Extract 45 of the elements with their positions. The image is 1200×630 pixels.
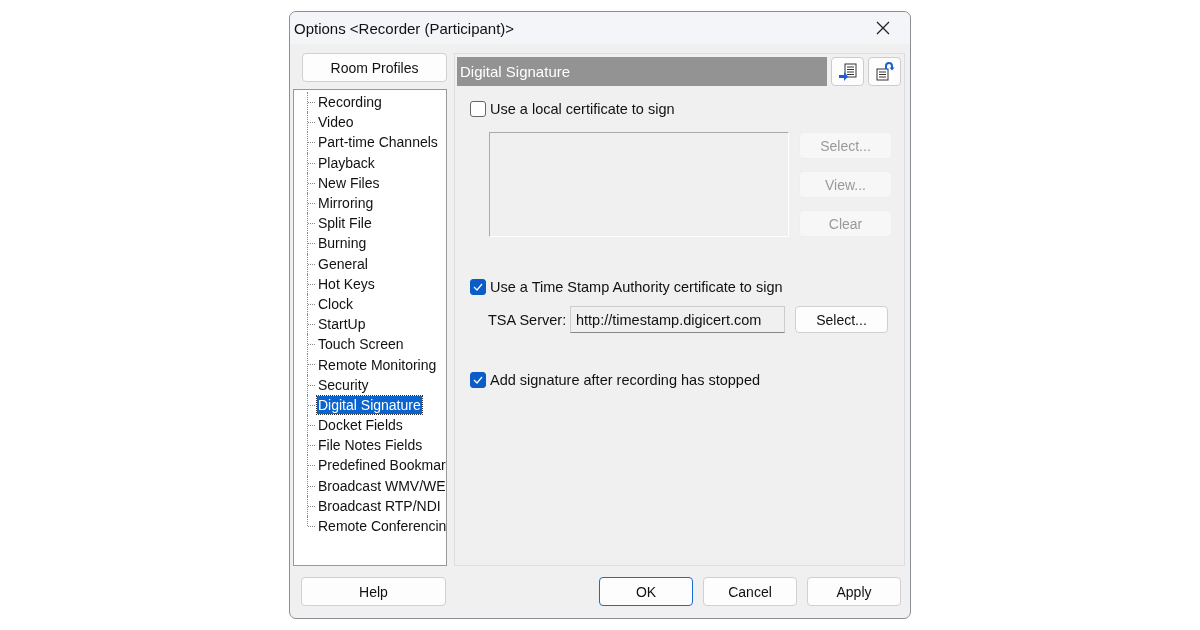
tree-item[interactable]: Split File xyxy=(317,214,373,233)
checkbox[interactable] xyxy=(470,372,486,388)
tree-item[interactable]: Predefined Bookmar xyxy=(317,456,446,475)
tree-item[interactable]: File Notes Fields xyxy=(317,436,424,455)
tree-item[interactable]: Video xyxy=(317,113,355,132)
help-button[interactable]: Help xyxy=(301,577,446,606)
ok-button[interactable]: OK xyxy=(599,577,693,606)
cancel-button[interactable]: Cancel xyxy=(703,577,797,606)
import-button[interactable] xyxy=(831,57,864,86)
checkmark-icon xyxy=(473,283,483,291)
tsa-server-field[interactable]: http://timestamp.digicert.com xyxy=(570,306,785,333)
document-arrow-icon xyxy=(837,61,858,82)
tree-item[interactable]: Mirroring xyxy=(317,194,375,213)
document-arrow-icon xyxy=(874,61,895,82)
tree-item[interactable]: Docket Fields xyxy=(317,416,404,435)
room-profiles-button[interactable]: Room Profiles xyxy=(302,53,447,82)
tree-item[interactable]: Broadcast RTP/NDI xyxy=(317,496,442,515)
tree-item[interactable]: Playback xyxy=(317,153,376,172)
tree-item[interactable]: Recording xyxy=(317,93,383,112)
tree-item[interactable]: Burning xyxy=(317,234,368,253)
tree-item[interactable]: Touch Screen xyxy=(317,335,405,354)
checkbox-label: Use a local certificate to sign xyxy=(490,101,675,117)
field-label: TSA Server: xyxy=(488,311,568,328)
checkmark-icon xyxy=(473,376,483,384)
select-button[interactable]: Select... xyxy=(795,306,888,333)
tree-item[interactable]: Security xyxy=(317,375,370,394)
apply-button[interactable]: Apply xyxy=(807,577,901,606)
tree-item[interactable]: StartUp xyxy=(317,315,367,334)
tree-item[interactable]: General xyxy=(317,254,369,273)
close-icon xyxy=(875,20,891,36)
checkbox-label: Add signature after recording has stopped xyxy=(490,372,761,388)
export-button[interactable] xyxy=(868,57,901,86)
checkbox[interactable] xyxy=(470,101,486,117)
tree-item[interactable]: Digital Signature xyxy=(317,395,422,414)
tree-item[interactable]: Remote Conferencin xyxy=(317,517,446,536)
checkbox-label: Use a Time Stamp Authority certificate to sign xyxy=(490,279,783,295)
tree-item[interactable]: Remote Monitoring xyxy=(317,355,438,374)
tree-item[interactable]: Broadcast WMV/WE xyxy=(317,476,446,495)
checkbox[interactable] xyxy=(470,279,486,295)
tree-item[interactable]: Hot Keys xyxy=(317,274,376,293)
tree-item[interactable]: Part-time Channels xyxy=(317,133,439,152)
window-title: Options <Recorder (Participant)> xyxy=(294,19,515,37)
tree-item[interactable]: New Files xyxy=(317,173,381,192)
tree-item[interactable]: Clock xyxy=(317,294,354,313)
section-header: Digital Signature xyxy=(457,57,827,86)
